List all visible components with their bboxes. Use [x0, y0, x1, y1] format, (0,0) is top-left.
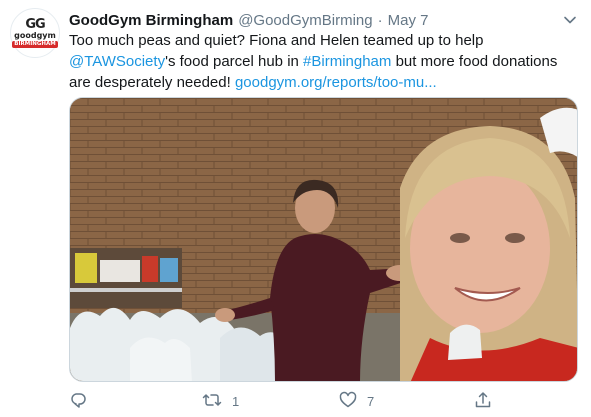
- url-link[interactable]: goodgym.org/reports/too-mu...: [235, 74, 437, 91]
- tweet-actions: 1 7: [69, 389, 539, 413]
- like-count: 7: [367, 393, 375, 409]
- tweet-photo[interactable]: [69, 97, 578, 382]
- avatar-logo-mark: GG: [25, 16, 45, 32]
- avatar-logo-word: goodgym: [14, 30, 56, 40]
- retweet-icon: [202, 391, 222, 412]
- heart-icon: [339, 391, 357, 412]
- reply-icon: [69, 391, 87, 412]
- tweet-header: GoodGym Birmingham @GoodGymBirming · May…: [69, 9, 579, 31]
- tweet-text-part: 's food parcel hub in: [165, 53, 304, 70]
- avatar[interactable]: GG goodgym BIRMINGHAM: [10, 8, 60, 58]
- tweet-card[interactable]: GG goodgym BIRMINGHAM GoodGym Birmingham…: [0, 0, 591, 417]
- chevron-down-icon[interactable]: [561, 11, 579, 29]
- retweet-button[interactable]: 1: [202, 389, 239, 413]
- display-name[interactable]: GoodGym Birmingham: [69, 12, 233, 29]
- reply-button[interactable]: [69, 389, 87, 413]
- like-button[interactable]: 7: [339, 389, 374, 413]
- tweet-date[interactable]: May 7: [388, 12, 429, 29]
- share-button[interactable]: [474, 389, 492, 413]
- separator-dot: ·: [377, 11, 383, 29]
- avatar-logo-city: BIRMINGHAM: [12, 40, 58, 48]
- tweet-text-part: Too much peas and quiet? Fiona and Helen…: [69, 32, 484, 49]
- hashtag-link[interactable]: #Birmingham: [303, 53, 391, 70]
- tweet-text: Too much peas and quiet? Fiona and Helen…: [69, 30, 579, 93]
- user-handle[interactable]: @GoodGymBirming: [238, 12, 372, 29]
- mention-link[interactable]: @TAWSociety: [69, 53, 165, 70]
- retweet-count: 1: [232, 393, 240, 409]
- share-icon: [474, 391, 492, 412]
